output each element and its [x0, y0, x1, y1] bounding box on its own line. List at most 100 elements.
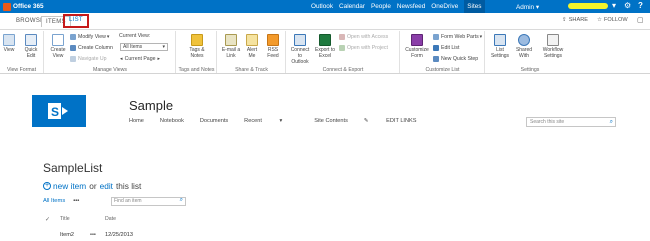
outlook-icon	[294, 34, 306, 46]
chevron-down-icon: ▾	[479, 34, 483, 40]
new-quick-step-button[interactable]: New Quick Step	[433, 56, 478, 62]
alert-me-button[interactable]: Alert Me	[243, 34, 261, 59]
user-name: Admin	[516, 4, 535, 11]
edit-links-button[interactable]: ✎ EDIT LINKS	[364, 118, 433, 124]
modify-view-label: Modify View	[78, 34, 106, 40]
more-views-button[interactable]: •••	[73, 198, 79, 204]
follow-button[interactable]: ☆ FOLLOW	[597, 17, 628, 23]
find-item-input[interactable]: Find an item ⌕	[111, 197, 186, 206]
site-logo[interactable]: S	[32, 95, 86, 127]
connect-outlook-label: Connect to Outlook	[290, 47, 310, 65]
view-label: View	[3, 47, 15, 53]
navigate-up-label: Navigate Up	[78, 56, 107, 62]
nav-home[interactable]: Home	[129, 118, 144, 124]
share-icon: ⇪	[562, 17, 567, 23]
search-icon[interactable]: ⌕	[180, 197, 183, 204]
suite-link-onedrive[interactable]: OneDrive	[431, 3, 458, 13]
suite-link-calendar[interactable]: Calendar	[339, 3, 365, 13]
nav-notebook[interactable]: Notebook	[160, 118, 184, 124]
create-view-button[interactable]: Create View	[48, 34, 68, 59]
focus-content-icon[interactable]: ▢	[637, 16, 644, 24]
view-selector: All Items •••	[43, 198, 79, 204]
email-link-button[interactable]: E-mail a Link	[221, 34, 241, 59]
nav-documents[interactable]: Documents	[200, 118, 228, 124]
site-search-input[interactable]: Search this site ⌕	[526, 117, 616, 127]
export-excel-button[interactable]: Export to Excel	[315, 34, 335, 59]
edit-list-link[interactable]: edit	[100, 181, 113, 191]
open-access-button[interactable]: Open with Access	[339, 34, 388, 40]
rss-feed-button[interactable]: RSS Feed	[264, 34, 282, 59]
select-all-check-icon[interactable]: ✓	[45, 216, 50, 223]
list-settings-button[interactable]: List Settings	[490, 34, 510, 59]
workflow-settings-button[interactable]: Workflow Settings	[538, 34, 568, 59]
suite-link-newsfeed[interactable]: Newsfeed	[397, 3, 425, 13]
suite-link-outlook[interactable]: Outlook	[311, 3, 333, 13]
create-column-button[interactable]: Create Column	[70, 45, 113, 51]
new-item-or: or	[89, 181, 97, 191]
tab-list[interactable]: LIST	[63, 14, 89, 28]
open-project-button[interactable]: Open with Project	[339, 45, 388, 51]
suite-link-sites[interactable]: Sites	[464, 0, 485, 13]
suite-bar: Office 365 Outlook Calendar People Newsf…	[0, 0, 650, 13]
quick-step-icon	[433, 56, 439, 62]
office365-logo[interactable]: Office 365	[3, 2, 44, 11]
view-all-items[interactable]: All Items	[43, 198, 65, 204]
quick-edit-button[interactable]: Quick Edit	[22, 34, 40, 59]
shared-with-label: Shared With	[515, 47, 533, 59]
svg-text:S: S	[51, 105, 59, 119]
connect-outlook-button[interactable]: Connect to Outlook	[289, 34, 311, 65]
share-button[interactable]: ⇪ SHARE	[562, 17, 588, 23]
nav-recent-label: Recent	[244, 118, 262, 124]
pencil-icon: ✎	[363, 118, 369, 124]
new-quick-step-label: New Quick Step	[441, 56, 479, 62]
column-header-date[interactable]: Date	[105, 216, 116, 222]
customize-form-button[interactable]: Customize Form	[405, 34, 429, 59]
column-header-title[interactable]: Title	[60, 216, 70, 222]
new-item-bar: + new item or edit this list	[43, 181, 141, 191]
create-view-label: Create View	[50, 47, 66, 59]
nav-site-contents[interactable]: Site Contents	[314, 118, 348, 124]
user-caret-icon[interactable]: ▾	[612, 1, 616, 10]
people-icon	[518, 34, 530, 46]
find-placeholder: Find an item	[114, 198, 142, 204]
sharepoint-icon: S	[48, 103, 68, 119]
group-label-share-track: Share & Track	[235, 67, 268, 73]
list-settings-label: List Settings	[490, 47, 510, 59]
gear-icon[interactable]: ⚙	[624, 1, 631, 10]
current-page-button[interactable]: ◂ Current Page ▸	[120, 56, 160, 62]
envelope-icon	[225, 34, 237, 46]
group-settings: List Settings Shared With Workflow Setti…	[486, 31, 574, 73]
navigate-up-icon	[70, 56, 76, 62]
help-icon[interactable]: ?	[638, 1, 643, 10]
new-item-link[interactable]: new item	[53, 181, 86, 191]
new-item-tail: this list	[115, 181, 142, 191]
add-icon[interactable]: +	[43, 182, 51, 190]
row-title[interactable]: Item2	[60, 232, 74, 238]
workflow-settings-label: Workflow Settings	[542, 47, 564, 59]
site-title[interactable]: Sample	[129, 98, 173, 113]
current-view-value: All Items	[123, 44, 143, 50]
list-title: SampleList	[43, 161, 103, 175]
top-nav: Home Notebook Documents Recent ▾ Site Co…	[129, 118, 449, 124]
modify-view-button[interactable]: Modify View ▾	[70, 34, 109, 40]
view-button[interactable]: View	[3, 34, 15, 53]
group-label-view-format: View Format	[6, 67, 37, 73]
row-ellipsis-button[interactable]: •••	[90, 232, 96, 238]
suite-nav: Outlook Calendar People Newsfeed OneDriv…	[311, 0, 491, 13]
chevron-down-icon: ▾	[279, 118, 283, 124]
rss-feed-label: RSS Feed	[267, 47, 279, 59]
user-menu[interactable]: Admin ▾	[516, 3, 539, 11]
search-icon[interactable]: ⌕	[610, 118, 613, 126]
redaction-highlight	[568, 3, 608, 9]
tags-notes-label: Tags & Notes	[189, 47, 205, 59]
form-web-parts-button[interactable]: Form Web Parts ▾	[433, 34, 482, 40]
nav-recent[interactable]: Recent ▾	[244, 118, 298, 124]
tags-notes-button[interactable]: Tags & Notes	[187, 34, 207, 59]
view-icon	[3, 34, 15, 46]
group-label-manage-views: Manage Views	[93, 67, 127, 73]
navigate-up-button[interactable]: Navigate Up	[70, 56, 107, 62]
suite-link-people[interactable]: People	[371, 3, 391, 13]
current-view-select[interactable]: All Items ▾	[120, 43, 168, 51]
shared-with-button[interactable]: Shared With	[514, 34, 534, 59]
edit-list-button[interactable]: Edit List	[433, 45, 459, 51]
